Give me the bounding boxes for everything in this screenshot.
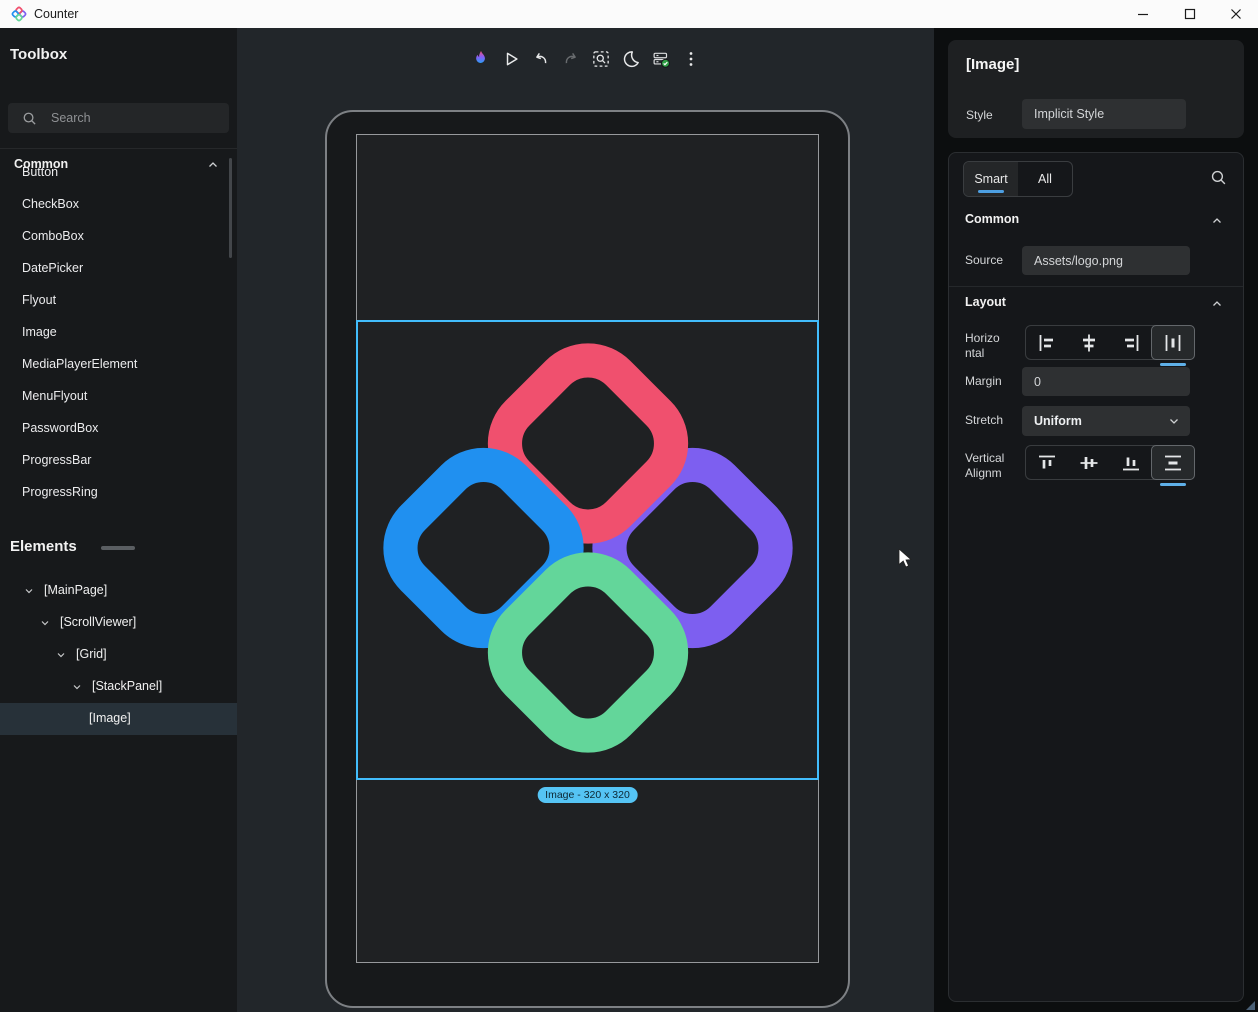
chevron-down-icon [1168,415,1180,427]
toolbox-item-datepicker[interactable]: DatePicker [0,252,237,284]
toolbox-item-progressring[interactable]: ProgressRing [0,476,237,508]
properties-search-icon[interactable] [1210,169,1227,186]
tab-smart[interactable]: Smart [964,162,1018,196]
toolbox-item-mediaplayer[interactable]: MediaPlayerElement [0,348,237,380]
deploy-status-icon[interactable] [648,46,674,72]
left-sidebar: Toolbox Search Common Button CheckBox Co… [0,28,237,1012]
source-label: Source [965,253,1003,268]
minimize-button[interactable] [1120,0,1165,28]
more-icon[interactable] [678,46,704,72]
toolbox-search-input[interactable]: Search [8,103,229,133]
tree-item-mainpage[interactable]: [MainPage] [0,575,237,607]
design-canvas[interactable]: Image - 320 x 320 [237,28,934,1012]
chevron-up-icon [1211,215,1223,227]
toolbox-item-flyout[interactable]: Flyout [0,284,237,316]
search-icon [22,111,37,126]
margin-input[interactable]: 0 [1022,367,1190,396]
stretch-select[interactable]: Uniform [1022,406,1190,436]
toolbox-item-menuflyout[interactable]: MenuFlyout [0,380,237,412]
tab-selected-indicator [978,190,1004,193]
selection-size-badge: Image - 320 x 320 [537,787,638,803]
play-icon[interactable] [498,46,524,72]
margin-label: Margin [965,374,1002,389]
panel-splitter-handle[interactable] [101,546,135,550]
vertical-alignment-label: Vertical Alignm [965,451,1004,481]
tree-item-stackpanel[interactable]: [StackPanel] [0,671,237,703]
tree-item-scrollviewer[interactable]: [ScrollViewer] [0,607,237,639]
toolbox-title: Toolbox [10,46,67,63]
image-element-selected[interactable] [356,320,819,780]
toolbox-item-image[interactable]: Image [0,316,237,348]
tree-item-grid[interactable]: [Grid] [0,639,237,671]
device-frame: Image - 320 x 320 [325,110,850,1008]
search-placeholder: Search [51,111,91,125]
vertical-alignment-group [1025,445,1195,480]
horizontal-alignment-label: Horizo ntal [965,331,1000,361]
align-horizontal-right-icon[interactable] [1110,326,1152,359]
close-button[interactable] [1213,0,1258,28]
toolbox-item-combobox[interactable]: ComboBox [0,220,237,252]
maximize-button[interactable] [1167,0,1212,28]
horizontal-alignment-group [1025,325,1195,360]
toolbox-item-button[interactable]: Button [0,156,237,188]
properties-card: Smart All Common Source Assets/logo.png [948,152,1244,1002]
alignment-selected-indicator [1160,363,1186,366]
align-horizontal-center-icon[interactable] [1068,326,1110,359]
toolbox-scrollbar[interactable] [229,158,232,258]
mouse-cursor [898,549,918,571]
resize-grip[interactable] [1244,1000,1256,1010]
toolbox-item-progressbar[interactable]: ProgressBar [0,444,237,476]
divider [0,148,237,149]
tree-item-image-selected[interactable]: [Image] [0,703,237,735]
theme-moon-icon[interactable] [618,46,644,72]
properties-panel: [Image] Style Implicit Style Smart All C… [934,28,1258,1012]
app-logo-icon [11,6,27,22]
property-tabs: Smart All [963,161,1073,197]
chevron-down-icon[interactable] [56,650,66,660]
app-window: Counter Toolbox Search Common Butto [0,0,1258,1012]
align-horizontal-stretch-icon[interactable] [1151,325,1195,360]
style-label: Style [966,108,993,122]
align-horizontal-left-icon[interactable] [1026,326,1068,359]
undo-icon[interactable] [528,46,554,72]
chevron-down-icon[interactable] [24,586,34,596]
selected-element-card: [Image] Style Implicit Style [948,40,1244,138]
selected-element-title: [Image] [966,56,1019,73]
stretch-label: Stretch [965,413,1003,428]
toolbox-item-checkbox[interactable]: CheckBox [0,188,237,220]
uno-logo-image [360,320,816,776]
elements-title: Elements [10,538,77,555]
style-input[interactable]: Implicit Style [1022,99,1186,129]
inspect-zoom-icon[interactable] [588,46,614,72]
align-vertical-bottom-icon[interactable] [1110,446,1152,479]
chevron-up-icon [1211,298,1223,310]
design-page-root[interactable]: Image - 320 x 320 [356,134,819,963]
chevron-down-icon[interactable] [72,682,82,692]
hot-reload-flame-icon[interactable] [468,46,494,72]
title-bar: Counter [0,0,1258,28]
tab-all[interactable]: All [1018,162,1072,196]
toolbox-item-passwordbox[interactable]: PasswordBox [0,412,237,444]
section-common[interactable]: Common [949,209,1243,233]
align-vertical-top-icon[interactable] [1026,446,1068,479]
window-title: Counter [34,7,78,21]
source-input[interactable]: Assets/logo.png [1022,246,1190,275]
section-layout[interactable]: Layout [949,292,1243,316]
align-vertical-stretch-icon[interactable] [1151,445,1195,480]
align-vertical-center-icon[interactable] [1068,446,1110,479]
canvas-toolbar [468,46,704,72]
chevron-down-icon[interactable] [40,618,50,628]
divider [949,286,1243,287]
redo-icon[interactable] [558,46,584,72]
alignment-selected-indicator [1160,483,1186,486]
